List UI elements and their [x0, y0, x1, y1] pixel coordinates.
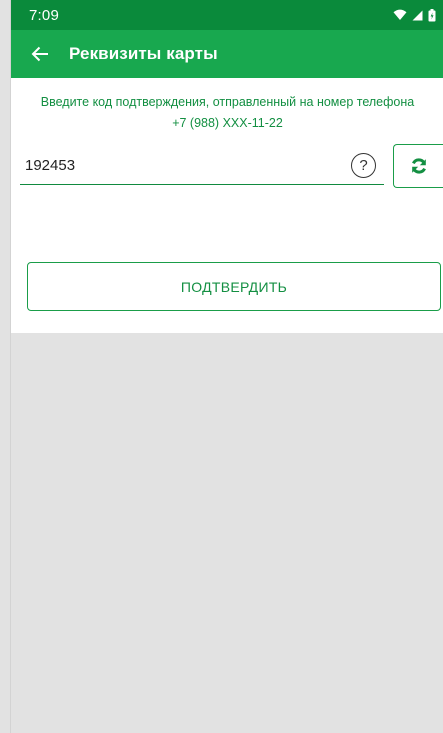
- status-time: 7:09: [29, 6, 59, 24]
- status-bar: 7:09: [11, 0, 443, 30]
- code-field: ?: [20, 144, 384, 185]
- help-button[interactable]: ?: [351, 153, 376, 178]
- refresh-icon: [412, 158, 426, 174]
- question-icon: ?: [359, 157, 368, 174]
- page-title: Реквизиты карты: [69, 44, 218, 63]
- app-screen: 7:09 Реквизиты карты Введите код подтвер…: [10, 0, 443, 733]
- confirmation-form: Введите код подтверждения, отправленный …: [11, 78, 443, 333]
- instruction-text: Введите код подтверждения, отправленный …: [11, 92, 443, 134]
- signal-icon: [412, 10, 423, 21]
- instruction-phone: +7 (988) XXX-11-22: [172, 116, 283, 130]
- code-row: ?: [11, 144, 443, 194]
- code-input[interactable]: [25, 157, 325, 174]
- wifi-icon: [393, 9, 407, 21]
- instruction-line-1: Введите код подтверждения, отправленный …: [40, 95, 415, 109]
- confirm-button[interactable]: ПОДТВЕРДИТЬ: [27, 262, 441, 311]
- resend-code-button[interactable]: [393, 144, 443, 188]
- arrow-left-icon: [31, 46, 48, 62]
- battery-icon: [428, 8, 436, 22]
- back-button[interactable]: [25, 39, 55, 69]
- app-bar: Реквизиты карты: [11, 30, 443, 78]
- status-icons: [393, 8, 436, 22]
